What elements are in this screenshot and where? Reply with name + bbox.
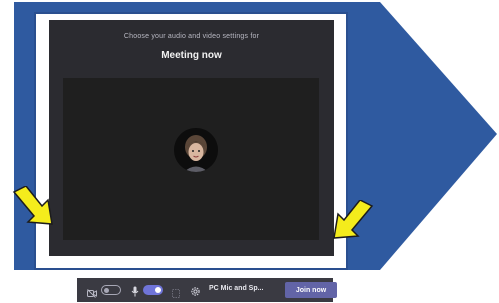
camera-toggle[interactable] bbox=[101, 285, 121, 295]
prejoin-toolbar: PC Mic and Sp... Join now bbox=[77, 278, 337, 303]
audio-device-label[interactable]: PC Mic and Sp... bbox=[209, 285, 263, 292]
microphone-toggle[interactable] bbox=[143, 285, 163, 295]
camera-toggle-knob bbox=[104, 288, 109, 293]
camera-icon[interactable] bbox=[87, 285, 97, 303]
arrow-annotation-icon-right bbox=[333, 200, 374, 239]
arrow-annotation-icon bbox=[12, 186, 53, 225]
meeting-title: Meeting now bbox=[161, 50, 222, 61]
microphone-icon[interactable] bbox=[131, 284, 139, 302]
video-preview: PC Mic and Sp... Join now bbox=[63, 78, 337, 302]
user-avatar bbox=[174, 128, 218, 172]
avatar-image bbox=[174, 128, 218, 172]
prejoin-window: Choose your audio and video settings for… bbox=[49, 20, 337, 302]
settings-gear-icon[interactable] bbox=[190, 284, 201, 302]
microphone-toggle-knob bbox=[155, 287, 161, 293]
blur-icon[interactable] bbox=[172, 285, 180, 303]
dialog-subtitle: Choose your audio and video settings for bbox=[123, 33, 260, 40]
join-now-button[interactable]: Join now bbox=[285, 282, 337, 298]
